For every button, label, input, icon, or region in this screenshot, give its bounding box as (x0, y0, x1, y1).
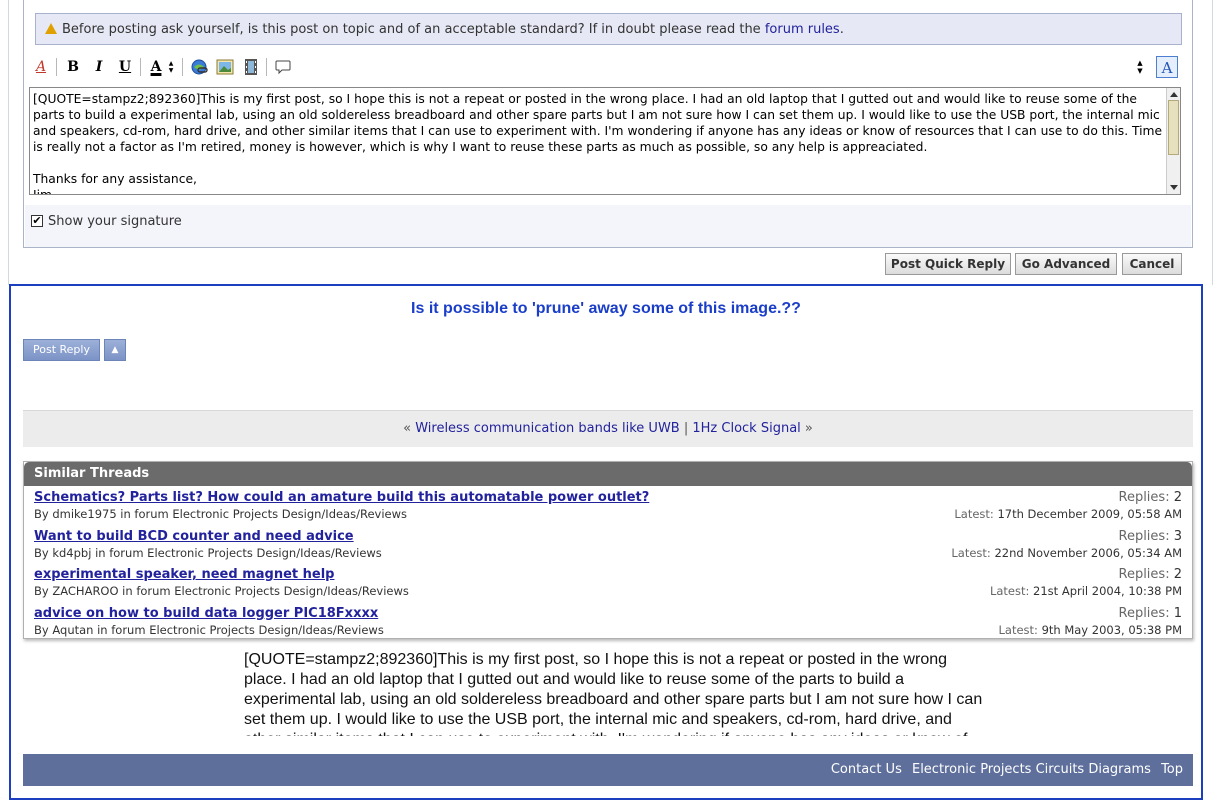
post-reply-button[interactable]: Post Reply (23, 339, 100, 361)
signature-row: ✔ Show your signature (25, 205, 1191, 247)
similar-thread-title[interactable]: Want to build BCD counter and need advic… (34, 529, 354, 544)
similar-thread-latest: Latest: 22nd November 2006, 05:34 AM (951, 546, 1182, 560)
replies-label: Replies: (1118, 490, 1170, 505)
page-left-border (8, 0, 9, 285)
remove-format-icon[interactable]: A (30, 56, 52, 78)
warning-icon (45, 23, 57, 34)
italic-button[interactable]: I (88, 56, 110, 78)
similar-thread-title[interactable]: Schematics? Parts list? How could an ama… (34, 490, 649, 505)
color-dropdown-icon[interactable]: ▲▼ (167, 56, 177, 78)
contact-us-link[interactable]: Contact Us (831, 762, 902, 777)
latest-label: Latest: (954, 507, 994, 521)
scroll-up-icon[interactable] (1170, 92, 1178, 97)
scroll-thumb[interactable] (1168, 100, 1179, 155)
resize-arrows: ▲▼ (1137, 59, 1143, 75)
replies-count: 1 (1173, 605, 1182, 621)
post-quick-reply-button[interactable]: Post Quick Reply (885, 253, 1011, 275)
similar-thread-author: By kd4pbj in forum Electronic Projects D… (34, 545, 382, 560)
replies-label: Replies: (1118, 605, 1170, 621)
latest-label: Latest: (989, 584, 1030, 598)
color-dropdown-arrows: ▲▼ (168, 60, 174, 74)
similar-thread-replies: Replies: 3 (1119, 529, 1183, 544)
replies-label: Replies: (1118, 528, 1170, 544)
similar-thread-latest: Latest: 9th May 2003, 05:38 PM (998, 623, 1182, 637)
similar-thread-author: By dmike1975 in forum Electronic Project… (34, 507, 408, 521)
posting-notice: Before posting ask yourself, is this pos… (35, 13, 1182, 45)
replies-count: 2 (1173, 490, 1182, 505)
similar-thread-replies: Replies: 2 (1119, 490, 1183, 505)
insert-video-icon[interactable] (240, 56, 262, 78)
replies-count: 2 (1173, 567, 1182, 582)
scroll-top-button[interactable]: ▲ (104, 339, 126, 361)
toolbar-divider (182, 58, 183, 76)
notice-end: . (839, 22, 844, 37)
editor-toolbar: A B I U A ▲▼ ▲▼ A (28, 54, 1188, 80)
similar-thread-replies: Replies: 1 (1119, 606, 1183, 621)
home-site-link[interactable]: Electronic Projects Circuits Diagrams (912, 762, 1151, 777)
insert-link-icon[interactable] (188, 56, 210, 78)
nav-separator: | (683, 421, 689, 436)
cancel-button[interactable]: Cancel (1122, 253, 1182, 275)
similar-thread-title[interactable]: advice on how to build data logger PIC18… (34, 606, 378, 621)
scroll-down-icon[interactable] (1170, 185, 1178, 190)
site-footer: Contact Us Electronic Projects Circuits … (23, 754, 1193, 786)
prune-question: Is it possible to 'prune' away some of t… (411, 300, 801, 317)
latest-date: 9th May 2003, 05:38 PM (1041, 622, 1182, 637)
similar-thread-row: Want to build BCD counter and need advic… (24, 525, 1192, 564)
toolbar-divider (56, 58, 57, 76)
similar-thread-replies: Replies: 2 (1119, 567, 1183, 582)
similar-thread-latest: Latest: 17th December 2009, 05:58 AM (954, 507, 1182, 521)
next-thread-link[interactable]: 1Hz Clock Signal (692, 421, 800, 436)
latest-date: 17th December 2009, 05:58 AM (997, 507, 1182, 521)
highlighted-region: Is it possible to 'prune' away some of t… (9, 284, 1203, 800)
insert-image-icon[interactable] (214, 56, 236, 78)
switch-editor-mode-button[interactable]: A (1156, 56, 1178, 78)
similar-thread-row: experimental speaker, need magnet help B… (24, 563, 1192, 602)
similar-thread-title[interactable]: experimental speaker, need magnet help (34, 567, 334, 582)
similar-thread-row: advice on how to build data logger PIC18… (24, 602, 1192, 641)
bold-button[interactable]: B (62, 56, 84, 78)
latest-date: 22nd November 2006, 05:34 AM (994, 545, 1182, 560)
similar-threads-panel: Similar Threads Schematics? Parts list? … (23, 461, 1193, 639)
quick-reply-panel: Before posting ask yourself, is this pos… (23, 0, 1193, 248)
replies-label: Replies: (1118, 567, 1170, 582)
similar-thread-latest: Latest: 21st April 2004, 10:38 PM (990, 584, 1182, 598)
thread-navigation: « Wireless communication bands like UWB … (23, 410, 1193, 447)
insert-quote-icon[interactable] (272, 56, 294, 78)
page-right-border (1212, 0, 1213, 285)
quoted-post-text: [QUOTE=stampz2;892360]This is my first p… (244, 651, 983, 736)
replies-count: 3 (1173, 528, 1182, 544)
message-editor[interactable]: [QUOTE=stampz2;892360]This is my first p… (29, 87, 1181, 195)
similar-threads-header: Similar Threads (24, 462, 1192, 486)
toolbar-divider (266, 58, 267, 76)
forum-rules-link[interactable]: forum rules (765, 22, 840, 37)
resize-editor-icon[interactable]: ▲▼ (1136, 56, 1148, 78)
similar-thread-author: By ZACHAROO in forum Electronic Projects… (34, 584, 409, 598)
show-signature-checkbox[interactable]: ✔ (31, 215, 43, 227)
latest-date: 21st April 2004, 10:38 PM (1033, 584, 1182, 598)
prev-mark: « (403, 421, 412, 436)
notice-text: Before posting ask yourself, is this pos… (62, 22, 761, 37)
top-link[interactable]: Top (1161, 762, 1183, 777)
show-signature-label[interactable]: Show your signature (48, 214, 182, 229)
toolbar-divider (140, 58, 141, 76)
next-mark: » (804, 421, 813, 436)
editor-scrollbar[interactable] (1166, 88, 1180, 194)
latest-label: Latest: (998, 622, 1038, 637)
similar-thread-author: By Aqutan in forum Electronic Projects D… (34, 622, 384, 637)
underline-button[interactable]: U (114, 56, 136, 78)
message-text: [QUOTE=stampz2;892360]This is my first p… (33, 92, 1163, 195)
similar-thread-row: Schematics? Parts list? How could an ama… (24, 486, 1192, 525)
go-advanced-button[interactable]: Go Advanced (1015, 253, 1117, 275)
previous-thread-link[interactable]: Wireless communication bands like UWB (415, 421, 680, 436)
text-color-button[interactable]: A (145, 56, 167, 78)
latest-label: Latest: (951, 545, 991, 560)
